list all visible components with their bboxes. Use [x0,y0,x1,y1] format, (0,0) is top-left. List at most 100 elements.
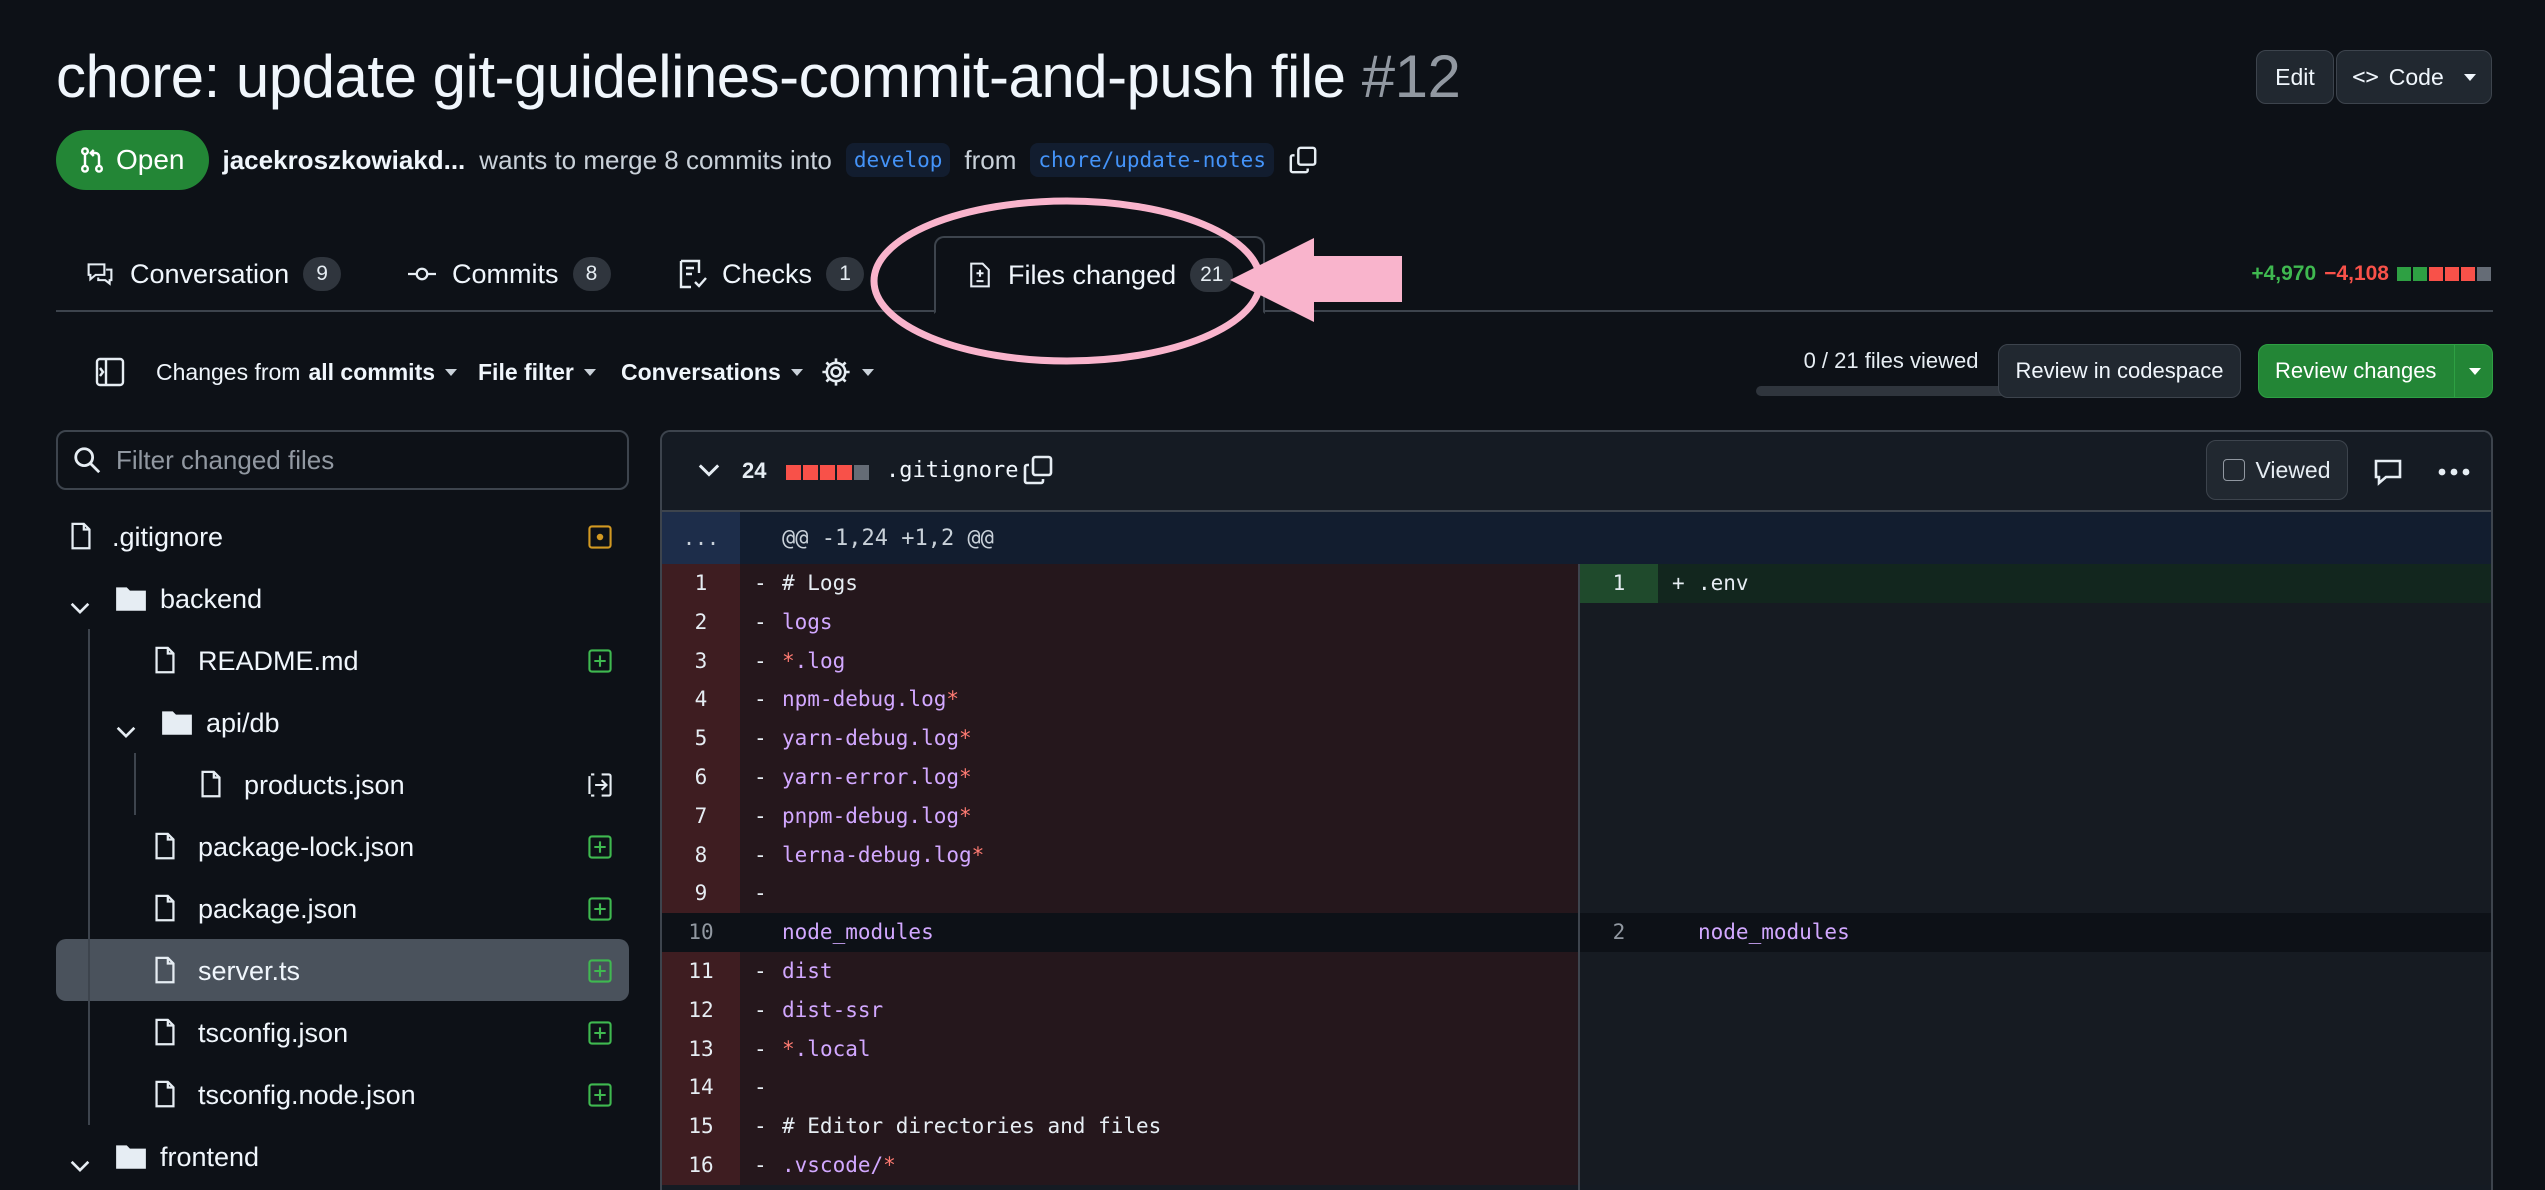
line-number[interactable]: 16 [662,1145,740,1185]
filter-changed-files-input[interactable] [116,444,596,476]
tab-files-changed[interactable]: Files changed 21 [934,236,1266,314]
tree-folder[interactable]: api/db [56,691,629,753]
line-number[interactable] [1580,991,1658,1030]
line-number[interactable] [1580,642,1658,681]
code-text: .vscode/* [782,1152,896,1177]
diff-sign: - [754,1075,767,1100]
folder-icon [114,583,148,620]
copy-icon[interactable] [1022,454,1054,486]
diff-line: 12- dist-ssr [662,990,1578,1030]
tree-file[interactable]: .gitignore [56,505,629,567]
toggle-file-tree-button[interactable] [94,340,126,404]
base-branch[interactable]: develop [845,143,951,177]
line-number[interactable] [1580,874,1658,913]
file-filter-dropdown[interactable]: File filter [478,340,596,404]
line-number[interactable]: 6 [662,757,740,797]
diffstat-block [2413,267,2427,281]
line-number[interactable]: 10 [662,913,740,952]
line-number[interactable] [1580,1030,1658,1069]
line-number[interactable] [1580,1068,1658,1107]
line-number[interactable] [1580,952,1658,991]
tree-file[interactable]: tsconfig.node.json [56,1063,629,1125]
tab-conversation[interactable]: Conversation 9 [84,236,342,312]
line-number[interactable] [1580,1146,1658,1185]
line-number[interactable]: 15 [662,1107,740,1146]
from-text: from [964,144,1017,175]
head-branch[interactable]: chore/update-notes [1030,143,1274,177]
tab-commits[interactable]: Commits 8 [406,236,611,312]
line-number[interactable]: 1 [1580,564,1658,603]
line-number[interactable]: 4 [662,680,740,720]
line-number[interactable]: 1 [662,564,740,603]
code-text: # Editor directories and files [782,1114,1162,1139]
line-number[interactable]: 2 [1580,913,1658,952]
line-number[interactable] [1580,680,1658,719]
line-number[interactable]: 9 [662,874,740,914]
review-changes-dropdown[interactable] [2454,345,2492,397]
tab-checks[interactable]: Checks 1 [676,236,865,312]
line-number[interactable]: 7 [662,796,740,836]
diff-settings-button[interactable] [820,340,874,404]
pr-title: chore: update git-guidelines-commit-and-… [56,42,1461,111]
file-icon [150,954,180,993]
tree-file[interactable]: products.json [56,753,629,815]
line-number[interactable]: 14 [662,1068,740,1108]
tree-folder[interactable]: backend [56,567,629,629]
diff-line: 8- lerna-debug.log* [662,835,1578,875]
review-in-codespace-button[interactable]: Review in codespace [1998,344,2241,398]
chevron-down-icon[interactable] [70,1149,90,1180]
line-number[interactable]: 13 [662,1029,740,1069]
line-number[interactable]: 3 [662,641,740,681]
line-number[interactable] [1580,836,1658,875]
viewed-checkbox[interactable]: Viewed [2206,440,2348,500]
status-badge: Open [56,130,209,190]
code-text: # Logs [782,571,858,595]
line-number[interactable]: 5 [662,719,740,758]
expand-hunk-button[interactable]: ... [662,512,740,564]
line-number[interactable] [1580,603,1658,642]
line-number[interactable] [1580,1107,1658,1146]
line-number[interactable] [1580,758,1658,797]
file-added-icon [587,1020,613,1046]
diff-line [1580,796,2491,836]
tree-file[interactable]: tsconfig.json [56,1001,629,1063]
file-name[interactable]: .gitignore [886,458,1018,483]
chevron-down-icon[interactable] [116,715,136,746]
kebab-horizontal-icon[interactable] [2436,458,2472,486]
diff-left-side: 1- # Logs 2- logs 3- *.log 4- npm-debug.log* 5- y… [662,564,1578,1190]
line-number[interactable]: 11 [662,951,740,991]
chevron-down-icon[interactable] [70,591,90,622]
edit-button[interactable]: Edit [2256,50,2334,104]
diffstat: +4,970 −4,108 [2251,262,2493,286]
comment-icon[interactable] [2372,456,2404,488]
copy-icon[interactable] [1288,145,1318,175]
line-number[interactable] [1580,797,1658,836]
tree-file[interactable]: server.ts [56,939,629,1001]
file-icon [150,830,180,869]
chevron-down-icon[interactable] [698,462,720,483]
code-text: dist [782,958,833,983]
indent-guide [88,629,90,1125]
folder-icon [114,1141,148,1178]
line-number[interactable]: 8 [662,835,740,875]
review-changes-button[interactable]: Review changes [2258,344,2493,398]
changes-from-dropdown[interactable]: Changes from all commits [156,340,458,404]
tree-file[interactable]: package.json [56,877,629,939]
line-number[interactable] [1580,719,1658,758]
diff-line [1580,874,2491,914]
tab-label: Checks [722,258,813,289]
diff-line: 1 + .env [1580,564,2491,603]
conversations-dropdown[interactable]: Conversations [621,340,803,404]
diff-right-side: 1 + .env 2 node_modules [1580,564,2491,1190]
line-number[interactable]: 2 [662,602,740,642]
tree-file[interactable]: README.md [56,629,629,691]
tree-file[interactable]: package-lock.json [56,815,629,877]
line-number[interactable]: 12 [662,990,740,1030]
code-button[interactable]: <> Code [2336,50,2492,104]
tree-item-label: frontend [160,1142,260,1172]
tree-folder[interactable]: frontend [56,1125,629,1187]
author-link[interactable]: jacekroszkowiakd... [223,145,466,176]
diff-line [1580,835,2491,875]
tab-label: Conversation [130,258,290,289]
diffstat-block [2477,267,2491,281]
